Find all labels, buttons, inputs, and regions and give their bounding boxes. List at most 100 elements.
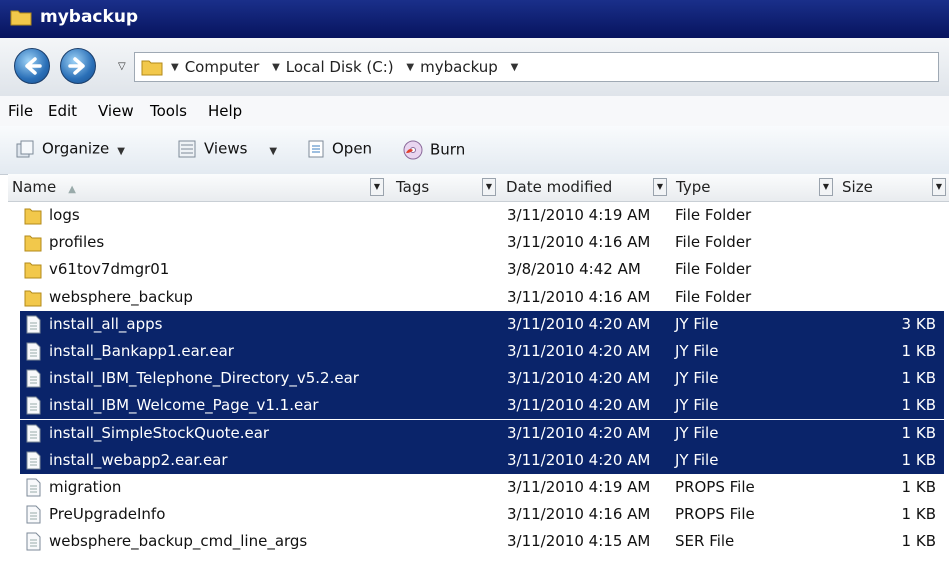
menu-view[interactable]: View [98, 102, 134, 120]
file-type: SER File [675, 532, 735, 550]
file-date-modified: 3/11/2010 4:20 AM [507, 369, 651, 387]
document-icon [24, 451, 42, 470]
views-button[interactable]: Views ▼ [176, 139, 277, 159]
file-type: File Folder [675, 206, 752, 224]
file-row[interactable]: install_SimpleStockQuote.ear 3/11/2010 4:… [20, 420, 944, 447]
file-type: JY File [675, 315, 719, 333]
organize-icon [16, 140, 34, 158]
document-icon [24, 315, 42, 334]
chevron-down-icon[interactable]: ▼ [171, 62, 179, 73]
size-column-dropdown[interactable]: ▼ [932, 178, 946, 196]
file-type: JY File [675, 342, 719, 360]
name-column-dropdown[interactable]: ▼ [370, 178, 384, 196]
folder-icon [24, 206, 42, 225]
file-size: 1 KB [901, 505, 936, 523]
window-title: mybackup [40, 7, 139, 27]
command-bar: Organize ▼ Views ▼ Open Burn [0, 126, 949, 175]
organize-label: Organize [42, 139, 110, 158]
breadcrumb-mybackup[interactable]: mybackup [420, 58, 498, 76]
file-row[interactable]: v61tov7dmgr01 3/8/2010 4:42 AM File Folder [20, 256, 944, 283]
file-row[interactable]: install_all_apps 3/11/2010 4:20 AM JY File… [20, 311, 944, 338]
file-name: profiles [49, 233, 105, 251]
file-size: 1 KB [901, 369, 936, 387]
menu-file[interactable]: File [8, 102, 33, 120]
file-size: 3 KB [901, 315, 936, 333]
file-row[interactable]: install_Bankapp1.ear.ear 3/11/2010 4:20 A… [20, 338, 944, 365]
document-icon [24, 424, 42, 443]
menu-tools[interactable]: Tools [150, 102, 187, 120]
menu-help[interactable]: Help [208, 102, 242, 120]
file-name: install_SimpleStockQuote.ear [49, 424, 270, 442]
views-label: Views [204, 139, 248, 158]
document-icon [24, 342, 42, 361]
file-row[interactable]: profiles 3/11/2010 4:16 AM File Folder [20, 229, 944, 256]
chevron-down-icon[interactable]: ▼ [272, 62, 280, 73]
burn-disc-icon [403, 140, 423, 160]
address-field[interactable]: ▼ Computer ▼ Local Disk (C:) ▼ mybackup ▼ [134, 52, 939, 82]
chevron-down-icon[interactable]: ▼ [406, 62, 414, 73]
file-date-modified: 3/8/2010 4:42 AM [507, 260, 641, 278]
forward-button[interactable] [60, 48, 96, 84]
menu-edit[interactable]: Edit [48, 102, 77, 120]
file-name: install_IBM_Welcome_Page_v1.1.ear [49, 396, 319, 414]
file-date-modified: 3/11/2010 4:16 AM [507, 505, 651, 523]
organize-button[interactable]: Organize ▼ [14, 139, 125, 159]
title-bar: mybackup [0, 0, 949, 38]
file-type: PROPS File [675, 478, 755, 496]
file-row[interactable]: install_webapp2.ear.ear 3/11/2010 4:20 AM… [20, 447, 944, 474]
type-column-dropdown[interactable]: ▼ [819, 178, 833, 196]
file-type: File Folder [675, 288, 752, 306]
column-header-size[interactable]: Size [834, 174, 930, 201]
document-icon [24, 532, 42, 551]
file-name: logs [49, 206, 80, 224]
file-name: websphere_backup_cmd_line_args [49, 532, 308, 550]
file-name: install_IBM_Telephone_Directory_v5.2.ear [49, 369, 359, 387]
file-date-modified: 3/11/2010 4:16 AM [507, 233, 651, 251]
burn-button[interactable]: Burn [402, 139, 465, 161]
column-header-type[interactable]: Type [668, 174, 818, 201]
file-type: JY File [675, 424, 719, 442]
file-row[interactable]: websphere_backup_cmd_line_args 3/11/2010 … [20, 528, 944, 555]
breadcrumb-computer[interactable]: Computer [185, 58, 260, 76]
file-row[interactable]: logs 3/11/2010 4:19 AM File Folder [20, 202, 944, 229]
back-arrow-icon [25, 57, 42, 75]
file-size: 1 KB [901, 478, 936, 496]
file-date-modified: 3/11/2010 4:15 AM [507, 532, 651, 550]
file-name: websphere_backup [49, 288, 193, 306]
column-header-tags[interactable]: Tags [388, 174, 484, 201]
file-size: 1 KB [901, 342, 936, 360]
recent-pages-dropdown-icon[interactable]: ▽ [118, 61, 126, 72]
file-row[interactable]: migration 3/11/2010 4:19 AM PROPS File 1 KB [20, 474, 944, 501]
file-date-modified: 3/11/2010 4:20 AM [507, 451, 651, 469]
back-button[interactable] [14, 48, 50, 84]
open-icon [308, 140, 324, 158]
tags-column-dropdown[interactable]: ▼ [482, 178, 496, 196]
file-size: 1 KB [901, 532, 936, 550]
chevron-down-icon[interactable]: ▼ [511, 62, 519, 73]
date-column-dropdown[interactable]: ▼ [653, 178, 667, 196]
chevron-down-icon: ▼ [117, 145, 125, 157]
forward-arrow-icon [68, 57, 85, 75]
column-header-name[interactable]: Name ▲ [8, 174, 386, 201]
file-row[interactable]: PreUpgradeInfo 3/11/2010 4:16 AM PROPS Fil… [20, 501, 944, 528]
file-row[interactable]: install_IBM_Welcome_Page_v1.1.ear 3/11/20… [20, 392, 944, 419]
open-button[interactable]: Open [306, 139, 372, 159]
folder-icon [24, 260, 42, 279]
burn-label: Burn [430, 140, 466, 159]
file-type: JY File [675, 451, 719, 469]
breadcrumb-local-disk[interactable]: Local Disk (C:) [286, 58, 394, 76]
folder-icon [24, 233, 42, 252]
folder-icon [24, 288, 42, 307]
address-bar-area: ▽ ▼ Computer ▼ Local Disk (C:) ▼ mybackup ▼ [0, 38, 949, 97]
file-date-modified: 3/11/2010 4:19 AM [507, 206, 651, 224]
file-type: PROPS File [675, 505, 755, 523]
file-row[interactable]: install_IBM_Telephone_Directory_v5.2.ear… [20, 365, 944, 392]
file-date-modified: 3/11/2010 4:20 AM [507, 396, 651, 414]
column-header-date-modified[interactable]: Date modified [498, 174, 652, 201]
chevron-down-icon: ▼ [269, 145, 278, 157]
file-row[interactable]: websphere_backup 3/11/2010 4:16 AM File Fo… [20, 284, 944, 311]
file-date-modified: 3/11/2010 4:19 AM [507, 478, 651, 496]
file-name: install_all_apps [49, 315, 163, 333]
document-icon [24, 369, 42, 388]
open-label: Open [332, 139, 373, 158]
